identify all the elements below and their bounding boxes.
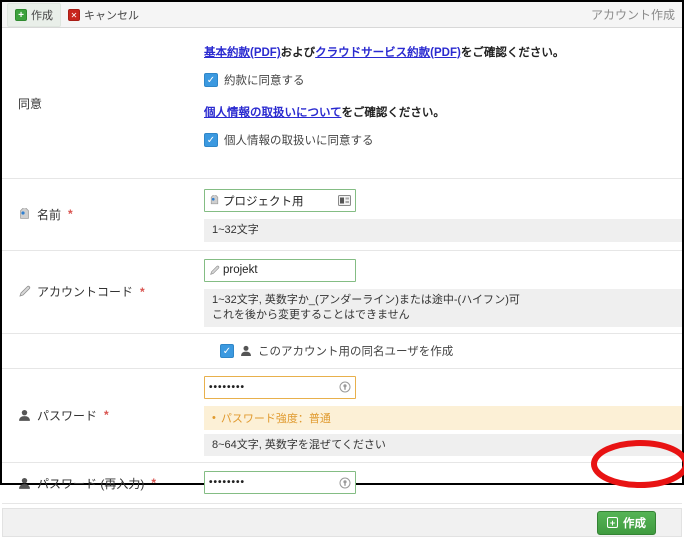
password-field-cell: • パスワード強度：普通 8~64文字, 英数字を混ぜてください — [204, 369, 682, 463]
password-reveal-icon[interactable] — [339, 477, 351, 489]
pencil-icon — [18, 285, 31, 298]
close-icon: ✕ — [68, 9, 80, 21]
footer-create-button[interactable]: + 作成 — [597, 511, 656, 535]
agreement-row-label: 同意 — [2, 28, 204, 178]
tag-icon — [209, 195, 220, 206]
privacy-confirm-line: 個人情報の取扱いについてをご確認ください。 — [204, 104, 682, 120]
page-title: アカウント作成 — [591, 6, 677, 23]
account-code-required-mark: * — [140, 285, 145, 299]
password-confirm-field-cell — [204, 463, 682, 503]
password-strength-message: パスワード強度：普通 — [221, 410, 331, 426]
privacy-policy-link[interactable]: 個人情報の取扱いについて — [204, 107, 341, 119]
same-name-user-row: ✓ このアカウント用の同名ユーザを作成 — [2, 334, 682, 369]
name-input-box — [204, 189, 356, 212]
toolbar-cancel-label: キャンセル — [84, 7, 139, 23]
footer-create-label: 作成 — [623, 515, 646, 531]
password-confirm-row: パスワード (再入力) * — [2, 463, 682, 504]
same-name-user-label: このアカウント用の同名ユーザを作成 — [258, 343, 453, 359]
account-code-hint-line2: これを後から変更することはできません — [212, 308, 674, 323]
ime-keyboard-icon — [338, 195, 351, 206]
terms-suffix-text: をご確認ください。 — [461, 47, 565, 59]
strength-bullet: • — [212, 412, 216, 424]
terms-confirm-line: 基本約款(PDF)およびクラウドサービス約款(PDF)をご確認ください。 — [204, 44, 682, 60]
name-row-label: 名前 * — [2, 179, 204, 250]
tag-icon — [18, 208, 31, 221]
password-hint: 8~64文字, 英数字を混ぜてください — [204, 434, 682, 457]
password-input-box — [204, 376, 356, 399]
account-create-page: { "toolbar": { "create_label": "作成", "ca… — [0, 0, 684, 485]
pencil-icon — [209, 265, 220, 276]
password-confirm-label-text: パスワード (再入力) — [37, 475, 144, 492]
toolbar-cancel-button[interactable]: ✕ キャンセル — [61, 4, 146, 26]
user-icon — [240, 345, 252, 357]
account-code-field-cell: 1~32文字, 英数字か_(アンダーライン)または途中-(ハイフン)可 これを後… — [204, 251, 682, 333]
password-label-text: パスワード — [37, 407, 97, 424]
password-row: パスワード * • パスワード強度：普通 8~64文字, 英数字を混ぜてください — [2, 369, 682, 464]
terms-agree-check-line: ✓ 約款に同意する — [204, 72, 682, 88]
account-code-row-label: アカウントコード * — [2, 251, 204, 333]
password-confirm-required-mark: * — [151, 476, 156, 490]
user-icon — [18, 477, 31, 490]
name-label-text: 名前 — [37, 206, 61, 223]
toolbar: + 作成 ✕ キャンセル アカウント作成 — [2, 2, 682, 28]
agreement-field: 基本約款(PDF)およびクラウドサービス約款(PDF)をご確認ください。 ✓ 約… — [204, 28, 682, 178]
basic-terms-pdf-link[interactable]: 基本約款(PDF) — [204, 47, 281, 59]
name-hint: 1~32文字 — [204, 219, 682, 242]
account-code-hint: 1~32文字, 英数字か_(アンダーライン)または途中-(ハイフン)可 これを後… — [204, 289, 682, 327]
agreement-row: 同意 基本約款(PDF)およびクラウドサービス約款(PDF)をご確認ください。 … — [2, 28, 682, 179]
password-input[interactable] — [209, 382, 336, 393]
password-reveal-icon[interactable] — [339, 381, 351, 393]
plus-icon: + — [15, 9, 27, 21]
privacy-agree-checkbox[interactable]: ✓ — [204, 133, 218, 147]
account-code-input[interactable] — [223, 264, 351, 276]
privacy-suffix-text: をご確認ください。 — [341, 107, 445, 119]
name-field-cell: 1~32文字 — [204, 179, 682, 250]
password-strength-bar: • パスワード強度：普通 — [204, 406, 682, 430]
account-code-row: アカウントコード * 1~32文字, 英数字か_(アンダーライン)または途中-(ハ… — [2, 251, 682, 334]
terms-agree-label: 約款に同意する — [224, 72, 305, 88]
user-icon — [18, 409, 31, 422]
name-input[interactable] — [223, 195, 335, 207]
account-code-input-box — [204, 259, 356, 282]
password-confirm-input-box — [204, 471, 356, 494]
account-code-label-text: アカウントコード — [37, 283, 133, 300]
same-name-user-checkbox[interactable]: ✓ — [220, 344, 234, 358]
toolbar-create-label: 作成 — [31, 7, 53, 23]
footer-bar: + 作成 — [2, 508, 682, 537]
account-code-hint-line1: 1~32文字, 英数字か_(アンダーライン)または途中-(ハイフン)可 — [212, 293, 674, 308]
password-confirm-input[interactable] — [209, 477, 336, 488]
name-row: 名前 * 1~32文字 — [2, 179, 682, 251]
password-confirm-row-label: パスワード (再入力) * — [2, 463, 204, 503]
privacy-agree-check-line: ✓ 個人情報の取扱いに同意する — [204, 132, 682, 148]
toolbar-create-button[interactable]: + 作成 — [7, 3, 61, 27]
terms-agree-checkbox[interactable]: ✓ — [204, 73, 218, 87]
agreement-label-text: 同意 — [18, 95, 42, 112]
cloud-terms-pdf-link[interactable]: クラウドサービス約款(PDF) — [315, 47, 461, 59]
terms-connector-text: および — [281, 47, 316, 59]
name-required-mark: * — [68, 207, 73, 221]
plus-icon: + — [607, 517, 618, 528]
password-required-mark: * — [104, 408, 109, 422]
password-row-label: パスワード * — [2, 369, 204, 463]
privacy-agree-label: 個人情報の取扱いに同意する — [224, 132, 374, 148]
